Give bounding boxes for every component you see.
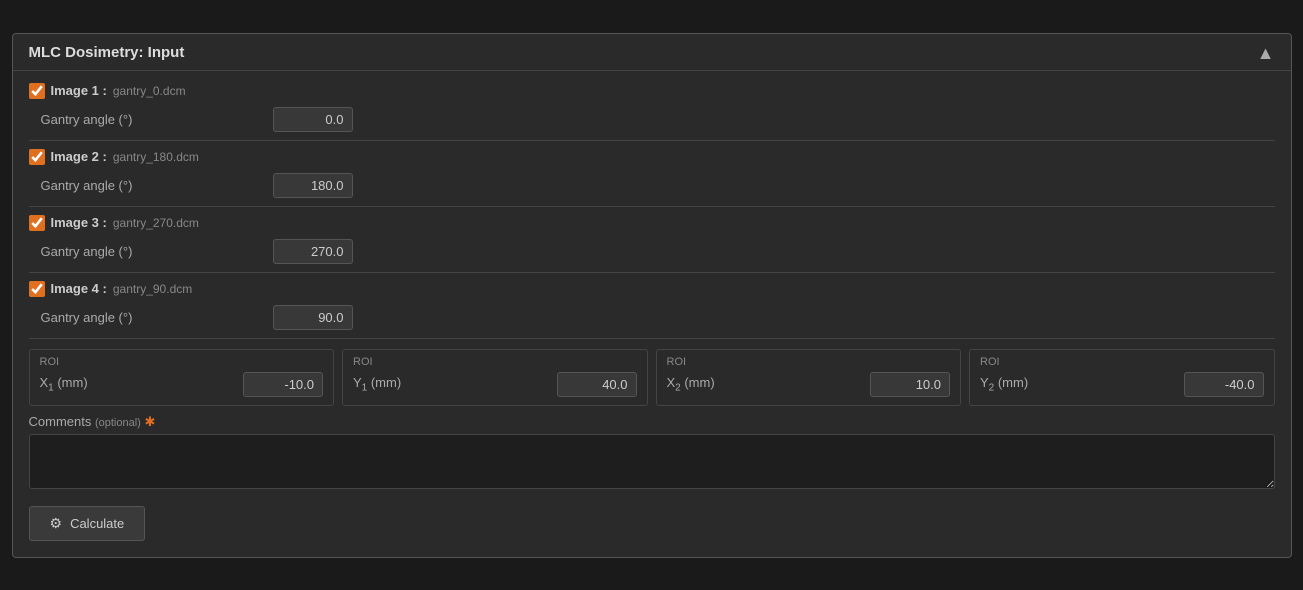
image-4-gantry-input[interactable] xyxy=(273,305,353,330)
roi-y1-field-row: Y1 (mm) xyxy=(353,372,637,397)
image-2-filename: gantry_180.dcm xyxy=(113,150,199,164)
roi-y2-section-label: ROI xyxy=(980,356,1264,368)
content-area: Image 1 : gantry_0.dcm Gantry angle (°) … xyxy=(13,71,1291,557)
comments-textarea[interactable] xyxy=(29,434,1275,489)
image-4-filename: gantry_90.dcm xyxy=(113,282,192,296)
roi-y2-group: ROI Y2 (mm) xyxy=(969,349,1275,406)
comments-section: Comments (optional) ✱ xyxy=(29,414,1275,494)
image-1-label: Image 1 : xyxy=(51,83,107,98)
main-window: MLC Dosimetry: Input ▲ Image 1 : gantry_… xyxy=(12,33,1292,558)
roi-x2-input[interactable] xyxy=(870,372,950,397)
image-3-filename: gantry_270.dcm xyxy=(113,216,199,230)
collapse-button[interactable]: ▲ xyxy=(1257,44,1275,62)
image-2-gantry-row: Gantry angle (°) xyxy=(33,173,1275,198)
image-4-header: Image 4 : gantry_90.dcm xyxy=(29,281,1275,297)
gear-icon: ⚙ xyxy=(50,515,63,532)
title-bar: MLC Dosimetry: Input ▲ xyxy=(13,34,1291,71)
calculate-button[interactable]: ⚙ Calculate xyxy=(29,506,146,541)
image-1-gantry-input[interactable] xyxy=(273,107,353,132)
roi-y1-section-label: ROI xyxy=(353,356,637,368)
image-4-checkbox[interactable] xyxy=(29,281,45,297)
roi-x2-group: ROI X2 (mm) xyxy=(656,349,962,406)
roi-x2-label: X2 (mm) xyxy=(667,375,871,394)
image-1-filename: gantry_0.dcm xyxy=(113,84,186,98)
image-4-label: Image 4 : xyxy=(51,281,107,296)
image-2-checkbox[interactable] xyxy=(29,149,45,165)
roi-x1-group: ROI X1 (mm) xyxy=(29,349,335,406)
image-2-section: Image 2 : gantry_180.dcm Gantry angle (°… xyxy=(29,149,1275,207)
image-3-section: Image 3 : gantry_270.dcm Gantry angle (°… xyxy=(29,215,1275,273)
image-1-header: Image 1 : gantry_0.dcm xyxy=(29,83,1275,99)
roi-y1-group: ROI Y1 (mm) xyxy=(342,349,648,406)
roi-x1-section-label: ROI xyxy=(40,356,324,368)
image-2-gantry-input[interactable] xyxy=(273,173,353,198)
roi-y2-label: Y2 (mm) xyxy=(980,375,1184,394)
roi-y1-input[interactable] xyxy=(557,372,637,397)
image-3-gantry-input[interactable] xyxy=(273,239,353,264)
roi-x1-input[interactable] xyxy=(243,372,323,397)
roi-y2-input[interactable] xyxy=(1184,372,1264,397)
image-1-section: Image 1 : gantry_0.dcm Gantry angle (°) xyxy=(29,83,1275,141)
calculate-button-label: Calculate xyxy=(70,516,124,531)
comments-required-marker: ✱ xyxy=(144,414,155,429)
roi-x1-field-row: X1 (mm) xyxy=(40,372,324,397)
image-3-gantry-row: Gantry angle (°) xyxy=(33,239,1275,264)
image-2-label: Image 2 : xyxy=(51,149,107,164)
image-1-gantry-row: Gantry angle (°) xyxy=(33,107,1275,132)
roi-x2-field-row: X2 (mm) xyxy=(667,372,951,397)
image-1-checkbox[interactable] xyxy=(29,83,45,99)
image-3-label: Image 3 : xyxy=(51,215,107,230)
comments-text: Comments xyxy=(29,414,95,429)
image-2-header: Image 2 : gantry_180.dcm xyxy=(29,149,1275,165)
image-3-checkbox[interactable] xyxy=(29,215,45,231)
comments-optional-text: (optional) xyxy=(95,417,141,429)
image-4-gantry-row: Gantry angle (°) xyxy=(33,305,1275,330)
window-title: MLC Dosimetry: Input xyxy=(29,44,185,61)
image-3-header: Image 3 : gantry_270.dcm xyxy=(29,215,1275,231)
roi-y1-label: Y1 (mm) xyxy=(353,375,557,394)
image-3-gantry-label: Gantry angle (°) xyxy=(33,244,273,259)
roi-x1-label: X1 (mm) xyxy=(40,375,244,394)
roi-section: ROI X1 (mm) ROI Y1 (mm) ROI X2 (mm) xyxy=(29,349,1275,406)
comments-label: Comments (optional) ✱ xyxy=(29,414,1275,430)
image-4-gantry-label: Gantry angle (°) xyxy=(33,310,273,325)
image-1-gantry-label: Gantry angle (°) xyxy=(33,112,273,127)
roi-x2-section-label: ROI xyxy=(667,356,951,368)
image-2-gantry-label: Gantry angle (°) xyxy=(33,178,273,193)
image-4-section: Image 4 : gantry_90.dcm Gantry angle (°) xyxy=(29,281,1275,339)
roi-y2-field-row: Y2 (mm) xyxy=(980,372,1264,397)
